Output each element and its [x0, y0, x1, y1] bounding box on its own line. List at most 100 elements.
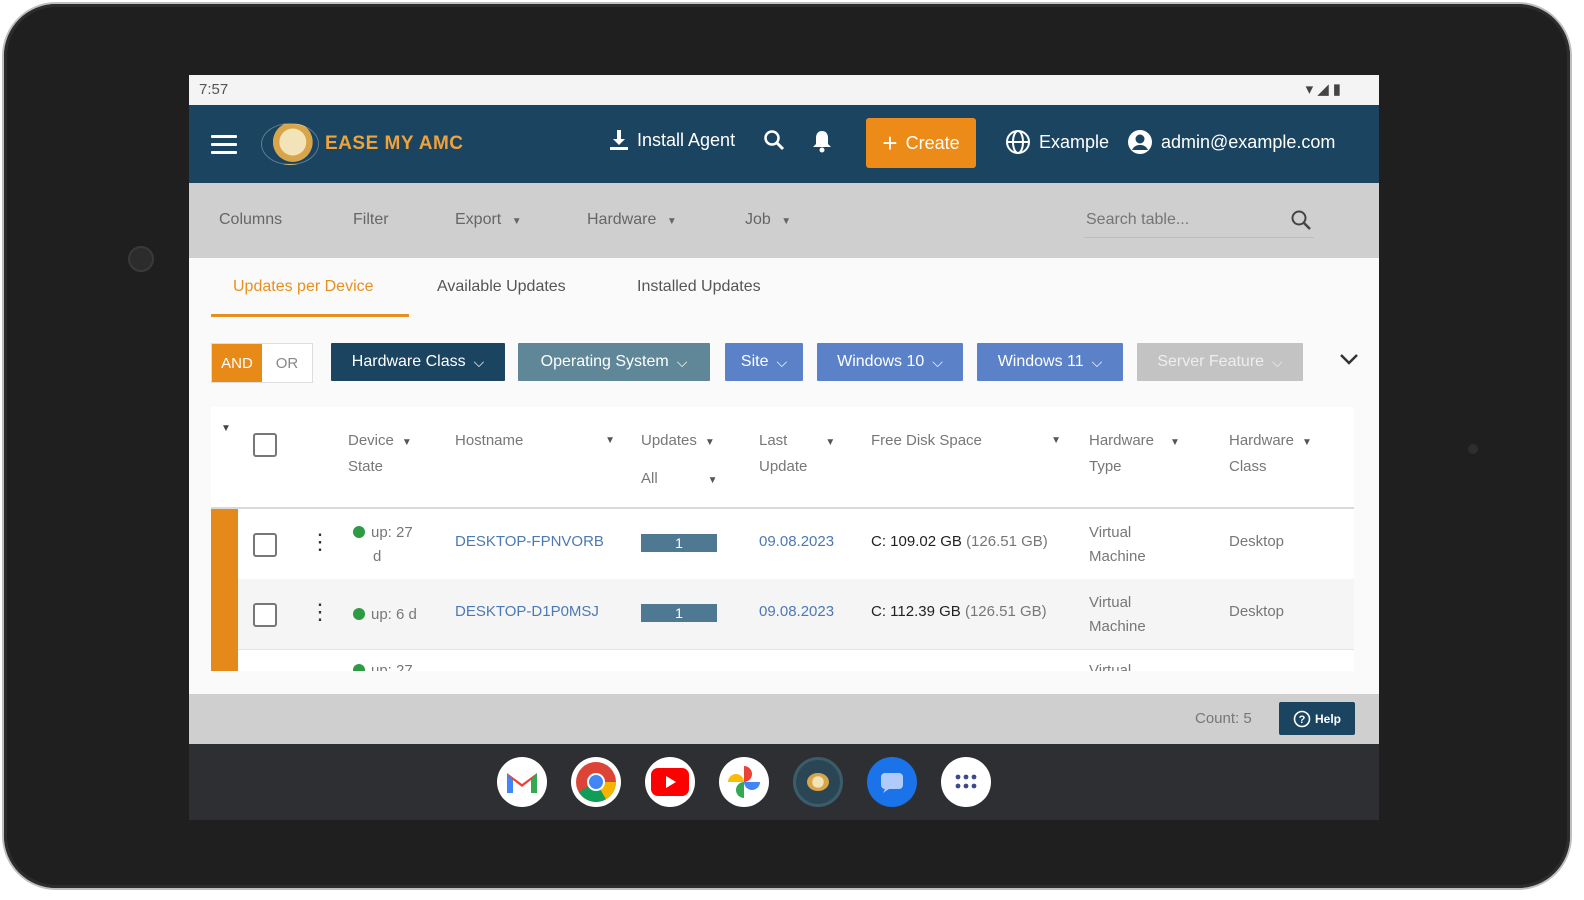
filter-chip-windows-11[interactable]: Windows 11 ⌵ [977, 343, 1123, 381]
create-button[interactable]: + Create [866, 118, 976, 168]
logo-mark-icon [261, 123, 319, 165]
table-row[interactable]: up: 27 Virtual [211, 649, 1354, 671]
filter-chip-site[interactable]: Site ⌵ [725, 343, 803, 381]
hardware-label: Hardware [587, 211, 657, 228]
row-status-bar [211, 649, 238, 671]
table-footer: Count: 5 ? Help [189, 694, 1379, 744]
notifications-bell-icon[interactable] [811, 129, 833, 153]
menu-icon[interactable] [211, 135, 237, 155]
row-checkbox[interactable] [253, 533, 277, 557]
tab-updates-per-device[interactable]: Updates per Device [233, 278, 374, 296]
row-actions-kebab-icon[interactable]: ⋮ [309, 601, 331, 623]
filter-chip-hardware-class[interactable]: Hardware Class ⌵ [331, 343, 505, 381]
brand-name: EASE MY AMC [325, 133, 464, 154]
messages-icon[interactable] [867, 757, 917, 807]
header-updates[interactable]: Updates ▼ All ▼ [641, 429, 718, 493]
device-state: up: 27 d [353, 521, 413, 569]
row-actions-kebab-icon[interactable]: ⋮ [309, 531, 331, 553]
search-table-input[interactable] [1084, 203, 1278, 230]
row-status-bar [211, 509, 238, 579]
device-state: up: 6 d [353, 603, 417, 627]
header-free-disk-space[interactable]: Free Disk Space ▼ [871, 429, 1061, 453]
search-icon[interactable] [763, 129, 785, 151]
filter-bar: AND OR Hardware Class ⌵ Operating System ⌵… [211, 343, 1371, 383]
hostname-link[interactable]: DESKTOP-FPNVORB [455, 533, 604, 550]
ease-my-amc-icon[interactable] [793, 757, 843, 807]
photos-icon[interactable] [719, 757, 769, 807]
user-menu[interactable]: admin@example.com [1127, 129, 1335, 155]
table-row[interactable]: ⋮ up: 27 d DESKTOP-FPNVORB 1 09.08.2023 C… [211, 509, 1354, 580]
chevron-down-icon: ⌵ [776, 353, 788, 370]
header-device-state[interactable]: Device ▼ State [348, 429, 412, 479]
caret-down-icon: ▼ [511, 216, 522, 227]
columns-button[interactable]: Columns [219, 211, 282, 229]
app-drawer-icon[interactable] [941, 757, 991, 807]
table-row[interactable]: ⋮ up: 6 d DESKTOP-D1P0MSJ 1 09.08.2023 C… [211, 579, 1354, 650]
and-toggle[interactable]: AND [212, 344, 262, 382]
hostname-link[interactable]: DESKTOP-D1P0MSJ [455, 603, 599, 620]
chevron-down-icon: ⌵ [676, 353, 688, 370]
light-sensor [1468, 444, 1478, 454]
tab-installed-updates[interactable]: Installed Updates [637, 278, 761, 296]
chrome-icon[interactable] [571, 757, 621, 807]
plus-icon: + [882, 128, 898, 158]
download-icon [610, 130, 628, 150]
updates-filter-value: All [641, 470, 658, 487]
hardware-dropdown[interactable]: Hardware ▼ [587, 211, 677, 229]
sort-caret-icon: ▼ [401, 437, 412, 448]
help-button[interactable]: ? Help [1279, 702, 1355, 735]
hardware-type: Virtual Machine [1089, 524, 1146, 565]
updates-filter-select[interactable]: All ▼ [641, 467, 718, 493]
create-label: Create [905, 132, 960, 153]
header-hardware-type[interactable]: Hardware ▼ Type [1089, 429, 1180, 479]
header-label: Device [348, 432, 394, 449]
help-circle-icon: ? [1293, 710, 1311, 727]
front-camera [128, 246, 154, 272]
android-taskbar [189, 744, 1379, 820]
help-label: Help [1314, 711, 1341, 726]
tenant-selector[interactable]: Example [1005, 129, 1109, 155]
header-last-update[interactable]: Last ▼ Update [759, 429, 835, 479]
online-status-dot [353, 608, 365, 620]
sort-caret-icon: ▼ [605, 435, 615, 446]
logic-toggle: AND OR [211, 343, 313, 383]
chip-label: Windows 10 [837, 353, 925, 370]
tenant-label: Example [1039, 131, 1110, 152]
search-icon[interactable] [1290, 209, 1312, 231]
gmail-icon[interactable] [497, 757, 547, 807]
filter-chip-server-feature[interactable]: Server Feature ⌵ [1137, 343, 1303, 381]
online-status-dot [353, 526, 365, 538]
header-label: Type [1089, 458, 1122, 475]
job-dropdown[interactable]: Job ▼ [745, 211, 791, 229]
account-circle-icon [1128, 130, 1152, 154]
filter-chip-operating-system[interactable]: Operating System ⌵ [518, 343, 710, 381]
updates-count-badge[interactable]: 1 [641, 534, 717, 552]
install-agent-button[interactable]: Install Agent [609, 129, 735, 151]
hardware-class: Desktop [1229, 533, 1285, 550]
chevron-down-icon: ⌵ [473, 353, 485, 370]
hardware-type: Virtual [1089, 662, 1132, 671]
last-update-link[interactable]: 09.08.2023 [759, 603, 834, 620]
chevron-down-icon: ⌵ [1272, 353, 1283, 370]
last-update-link[interactable]: 09.08.2023 [759, 533, 834, 550]
expand-filters-chevron-icon[interactable] [1339, 349, 1359, 372]
sort-caret-icon: ▼ [1170, 437, 1180, 448]
export-dropdown[interactable]: Export ▼ [455, 211, 522, 229]
expand-all-caret-icon[interactable]: ▼ [221, 417, 231, 441]
select-all-checkbox[interactable] [253, 433, 277, 457]
header-label: Class [1229, 458, 1267, 475]
caret-down-icon: ▼ [666, 216, 677, 227]
filter-chip-windows-10[interactable]: Windows 10 ⌵ [817, 343, 963, 381]
brand-logo[interactable]: EASE MY AMC [261, 123, 464, 165]
header-hostname[interactable]: Hostname ▼ [455, 429, 615, 453]
device-screen: 7:57 ▾◢▮ EASE MY AMC Install Agent + Cre… [189, 75, 1379, 820]
updates-count-badge[interactable]: 1 [641, 604, 717, 622]
row-checkbox[interactable] [253, 603, 277, 627]
or-toggle[interactable]: OR [262, 344, 312, 382]
youtube-icon[interactable] [645, 757, 695, 807]
header-hardware-class[interactable]: Hardware ▼ Class [1229, 429, 1312, 479]
hardware-type: Virtual Machine [1089, 594, 1146, 635]
filter-button[interactable]: Filter [353, 211, 389, 229]
tab-available-updates[interactable]: Available Updates [437, 278, 566, 296]
device-state: up: 27 [353, 659, 413, 671]
